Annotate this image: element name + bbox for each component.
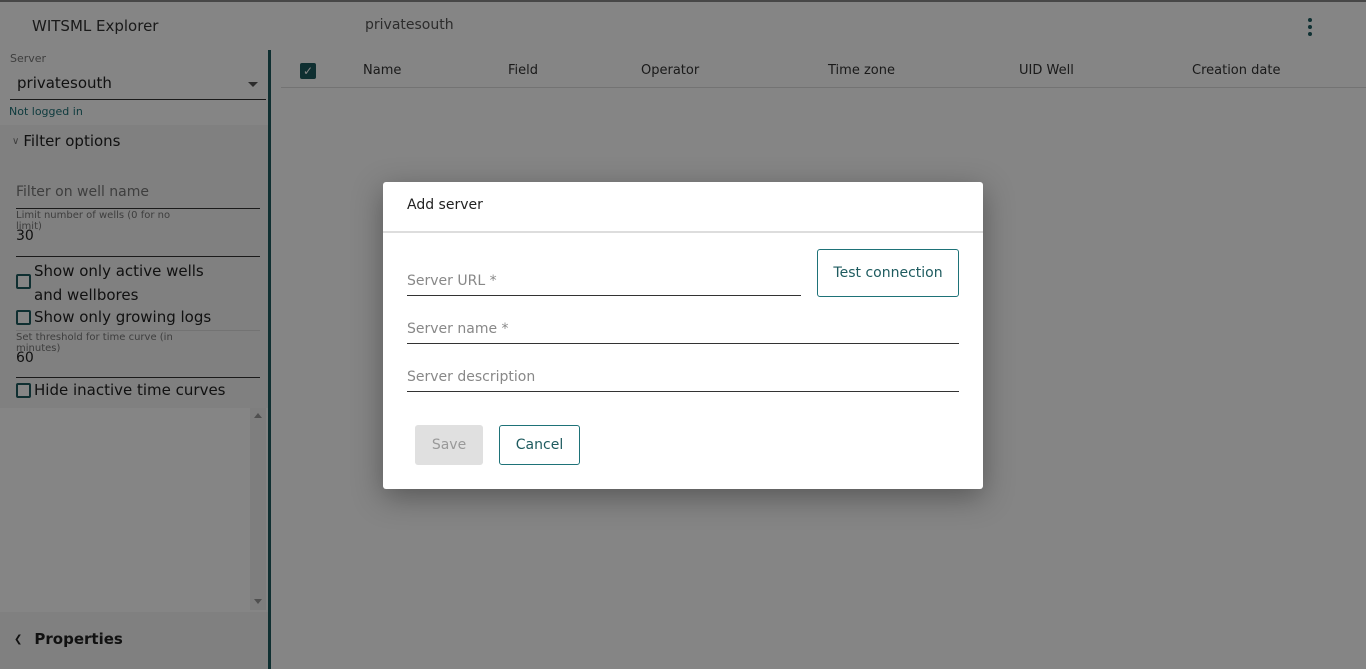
server-description-field (407, 366, 959, 392)
server-name-input[interactable] (407, 321, 959, 343)
server-description-input[interactable] (407, 369, 959, 391)
app-root: WITSML Explorer privatesouth Server priv… (0, 0, 1366, 669)
save-button[interactable]: Save (415, 425, 483, 465)
add-server-dialog: Add server Test connection Save Cancel (383, 182, 983, 489)
dialog-title: Add server (407, 197, 483, 213)
test-connection-button[interactable]: Test connection (817, 249, 959, 297)
server-url-field (407, 270, 801, 296)
cancel-button[interactable]: Cancel (499, 425, 580, 465)
server-name-field (407, 318, 959, 344)
dialog-divider (383, 231, 983, 233)
server-url-input[interactable] (407, 273, 801, 295)
